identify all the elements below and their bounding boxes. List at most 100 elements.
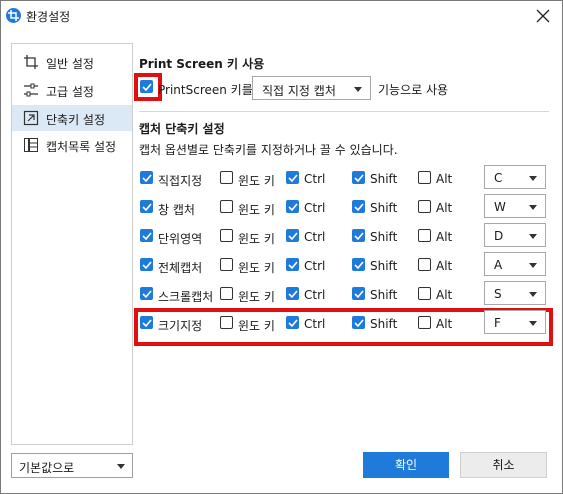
win-key-checkbox[interactable]: [220, 287, 233, 300]
shift-label: Shift: [370, 172, 398, 186]
alt-label: Alt: [436, 172, 453, 186]
checkmark-icon: [142, 290, 152, 299]
shortcut-key-select[interactable]: D: [484, 223, 546, 247]
enable-checkbox[interactable]: [140, 287, 153, 300]
shift-label: Shift: [370, 259, 398, 273]
close-button[interactable]: [532, 5, 554, 27]
ok-button[interactable]: 확인: [363, 452, 449, 478]
shift-label: Shift: [370, 317, 398, 331]
alt-checkbox[interactable]: [418, 258, 431, 271]
win-key-label: 윈도 키: [238, 203, 275, 217]
shortcut-key-value: A: [494, 258, 503, 272]
checkmark-icon: [142, 83, 152, 92]
shortcut-key-select[interactable]: A: [484, 252, 546, 276]
ctrl-checkbox[interactable]: [286, 316, 299, 329]
sidebar-item-advanced[interactable]: 고급 설정: [12, 77, 132, 103]
chevron-down-icon: [529, 263, 537, 268]
section-divider: [139, 111, 549, 112]
ctrl-checkbox[interactable]: [286, 200, 299, 213]
sidebar-item-label: 고급 설정: [46, 85, 94, 99]
printscreen-checkbox[interactable]: [140, 80, 153, 93]
ctrl-label: Ctrl: [304, 230, 326, 244]
enable-label: 직접지정: [158, 174, 203, 188]
printscreen-mode-value: 직접 지정 캡처: [262, 84, 336, 98]
sidebar-item-label: 일반 설정: [46, 57, 94, 71]
win-key-checkbox[interactable]: [220, 200, 233, 213]
alt-checkbox[interactable]: [418, 200, 431, 213]
close-icon: [536, 9, 550, 23]
checkmark-icon: [354, 174, 364, 183]
shift-checkbox[interactable]: [352, 171, 365, 184]
alt-label: Alt: [436, 230, 453, 244]
enable-checkbox[interactable]: [140, 258, 153, 271]
reset-defaults-select[interactable]: 기본값으로: [11, 453, 133, 478]
shortcut-description: 캡처 옵션별로 단축키를 지정하거나 끌 수 있습니다.: [139, 143, 398, 157]
sidebar-item-label: 단축키 설정: [46, 113, 106, 127]
enable-label: 전체캡처: [158, 261, 203, 275]
chevron-down-icon: [117, 464, 125, 469]
shift-label: Shift: [370, 230, 398, 244]
sidebar-item-capture-list[interactable]: 캡처목록 설정: [12, 132, 132, 158]
printscreen-mode-select[interactable]: 직접 지정 캡처: [252, 76, 371, 100]
shift-checkbox[interactable]: [352, 229, 365, 242]
shortcut-key-select[interactable]: W: [484, 194, 546, 218]
shortcut-key-value: D: [494, 229, 504, 243]
crop-icon: [24, 55, 38, 69]
ctrl-checkbox[interactable]: [286, 258, 299, 271]
enable-checkbox[interactable]: [140, 171, 153, 184]
checkmark-icon: [142, 261, 152, 270]
win-key-checkbox[interactable]: [220, 316, 233, 329]
checkmark-icon: [288, 174, 298, 183]
title-bar: 환경설정: [1, 1, 562, 31]
shift-checkbox[interactable]: [352, 287, 365, 300]
cancel-button[interactable]: 취소: [460, 452, 547, 478]
shortcut-key-select[interactable]: S: [484, 281, 546, 305]
sidebar-item-label: 캡처목록 설정: [46, 140, 117, 154]
ctrl-checkbox[interactable]: [286, 229, 299, 242]
settings-dialog: 환경설정 일반 설정 고급 설정 단축키 설정 캡처목록 설정 기본값으로 Pr…: [0, 0, 563, 494]
ctrl-checkbox[interactable]: [286, 287, 299, 300]
alt-checkbox[interactable]: [418, 287, 431, 300]
shift-checkbox[interactable]: [352, 200, 365, 213]
enable-label: 스크롤캡처: [158, 290, 214, 304]
ctrl-label: Ctrl: [304, 288, 326, 302]
win-key-label: 윈도 키: [238, 174, 275, 188]
win-key-checkbox[interactable]: [220, 258, 233, 271]
settings-sidebar: 일반 설정 고급 설정 단축키 설정 캡처목록 설정: [11, 43, 133, 445]
checkmark-icon: [142, 319, 152, 328]
shortcut-key-select[interactable]: C: [484, 165, 546, 189]
win-key-label: 윈도 키: [238, 319, 275, 333]
shift-checkbox[interactable]: [352, 258, 365, 271]
alt-checkbox[interactable]: [418, 171, 431, 184]
checkmark-icon: [142, 203, 152, 212]
win-key-checkbox[interactable]: [220, 229, 233, 242]
shortcut-key-select[interactable]: F: [484, 310, 546, 334]
chevron-down-icon: [529, 321, 537, 326]
alt-checkbox[interactable]: [418, 229, 431, 242]
checkmark-icon: [142, 174, 152, 183]
sidebar-item-shortcuts[interactable]: 단축키 설정: [12, 105, 132, 131]
checkmark-icon: [142, 232, 152, 241]
win-key-checkbox[interactable]: [220, 171, 233, 184]
win-key-label: 윈도 키: [238, 290, 275, 304]
ctrl-checkbox[interactable]: [286, 171, 299, 184]
reset-defaults-value: 기본값으로: [19, 461, 75, 475]
checkmark-icon: [354, 290, 364, 299]
shift-label: Shift: [370, 201, 398, 215]
shortcut-key-value: S: [494, 287, 502, 301]
enable-checkbox[interactable]: [140, 316, 153, 329]
printscreen-suffix: 기능으로 사용: [378, 83, 449, 97]
alt-checkbox[interactable]: [418, 316, 431, 329]
chevron-down-icon: [529, 205, 537, 210]
sliders-icon: [24, 83, 38, 97]
ctrl-label: Ctrl: [304, 172, 326, 186]
checkmark-icon: [288, 232, 298, 241]
checkmark-icon: [354, 232, 364, 241]
shift-checkbox[interactable]: [352, 316, 365, 329]
checkmark-icon: [288, 319, 298, 328]
enable-checkbox[interactable]: [140, 229, 153, 242]
win-key-label: 윈도 키: [238, 261, 275, 275]
enable-checkbox[interactable]: [140, 200, 153, 213]
sidebar-item-general[interactable]: 일반 설정: [12, 49, 132, 75]
window-title: 환경설정: [26, 10, 71, 24]
